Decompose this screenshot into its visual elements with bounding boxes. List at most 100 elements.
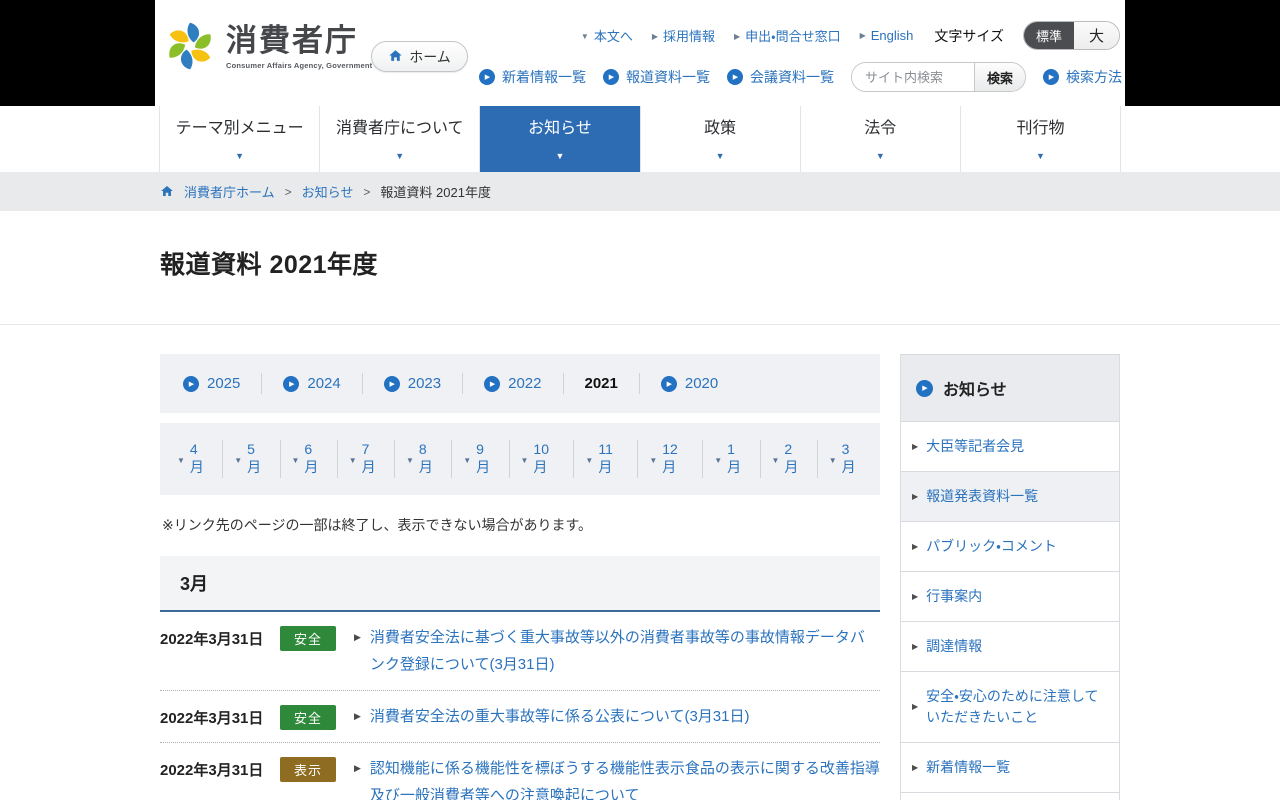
month-label: 1月 [727, 441, 742, 475]
caret-down-icon [349, 450, 362, 468]
sidebar-item-new-info-list[interactable]: ▶ 新着情報一覧 [901, 742, 1119, 792]
breadcrumb-home-icon [161, 185, 173, 196]
month-link-jan[interactable]: 1月 [703, 440, 761, 478]
circle-arrow-icon [283, 375, 300, 392]
sidebar-item-procurement[interactable]: ▶ 調達情報 [901, 621, 1119, 671]
home-button[interactable]: ホーム [371, 41, 468, 72]
nav-tab-label: テーマ別メニュー [175, 120, 304, 137]
circle-arrow-icon [383, 375, 400, 392]
font-size-standard-button[interactable]: 標準 [1023, 22, 1074, 49]
new-info-list-label: 新着情報一覧 [501, 69, 586, 85]
caret-down-icon [585, 450, 598, 468]
year-label: 2024 [307, 375, 341, 392]
news-date: 2022年3月31日 [160, 631, 264, 648]
caret-down-icon [649, 450, 662, 468]
news-title-link[interactable]: 認知機能に係る機能性を標ぼうする機能性表示食品の表示に関する改善指導及び一般消費… [370, 755, 880, 800]
year-link-2020[interactable]: 2020 [640, 373, 739, 394]
month-label: 10月 [533, 441, 549, 475]
global-nav-inner: テーマ別メニュー 消費者庁について お知らせ 政策 法令 刊行物 [159, 106, 1122, 172]
month-label: 5月 [247, 441, 262, 475]
month-label: 6月 [304, 441, 319, 475]
news-row: 2022年3月31日 安全 ▶ 消費者安全法の重大事故等に係る公表について(3月… [160, 691, 880, 743]
month-link-jun[interactable]: 6月 [281, 440, 338, 478]
nav-tab-about-agency[interactable]: 消費者庁について [319, 106, 480, 172]
month-link-sep[interactable]: 9月 [452, 440, 510, 478]
arrow-right-icon: ▶ [912, 542, 919, 551]
news-list: 2022年3月31日 安全 ▶ 消費者安全法に基づく重大事故等以外の消費者事故等… [160, 612, 880, 800]
font-size-large-button[interactable]: 大 [1073, 22, 1119, 49]
month-link-feb[interactable]: 2月 [761, 440, 818, 478]
recruit-link[interactable]: 採用情報 [652, 26, 715, 45]
sidebar-item-label: パブリック・コメント [926, 538, 1057, 554]
agency-logo[interactable]: 消費者庁 Consumer Affairs Agency, Government… [163, 18, 407, 74]
year-selector: 2025 2024 2023 2022 2021 2020 [160, 354, 880, 413]
news-title-link[interactable]: 消費者安全法に基づく重大事故等以外の消費者事故等の事故情報データバンク登録につい… [370, 624, 880, 678]
category-badge-safety: 安全 [280, 705, 336, 730]
section-heading-march: 3月 [160, 556, 880, 612]
nav-tab-label: お知らせ [528, 120, 592, 137]
site-search-input[interactable] [851, 63, 974, 91]
sidebar-item-press-release-list[interactable]: ▶ 報道発表資料一覧 [901, 471, 1119, 521]
sidebar-item-label: 大臣等記者会見 [926, 438, 1025, 454]
sidebar-item-label: 調達情報 [926, 638, 983, 654]
month-label: 8月 [418, 441, 433, 475]
sidebar-item-events[interactable]: ▶ 行事案内 [901, 571, 1119, 621]
caret-down-icon [521, 450, 534, 468]
arrow-right-icon: ▶ [912, 702, 919, 711]
site-header: 消費者庁 Consumer Affairs Agency, Government… [0, 0, 1280, 106]
search-help-link[interactable]: 検索方法 [1043, 67, 1122, 87]
nav-tab-label: 消費者庁について [335, 120, 464, 137]
month-selector: 4月 5月 6月 7月 8月 9月 10月 11月 12月 1月 2月 3月 [160, 423, 880, 495]
nav-tab-policy[interactable]: 政策 [639, 106, 800, 172]
chevron-down-icon [716, 146, 725, 164]
month-link-oct[interactable]: 10月 [510, 440, 575, 478]
font-size-toggle: 標準 大 [1022, 21, 1120, 50]
year-link-2025[interactable]: 2025 [162, 373, 263, 394]
month-link-jul[interactable]: 7月 [338, 440, 395, 478]
news-title-link[interactable]: 消費者安全法の重大事故等に係る公表について(3月31日) [370, 703, 880, 730]
month-link-apr[interactable]: 4月 [166, 440, 224, 478]
circle-arrow-icon [183, 375, 199, 392]
nav-tab-law[interactable]: 法令 [799, 106, 960, 172]
press-release-list-link[interactable]: 報道資料一覧 [602, 67, 710, 87]
circle-arrow-icon [660, 375, 677, 392]
sidebar-item-safety-caution[interactable]: ▶ 安全・安心のために注意していただきたいこと [901, 671, 1119, 742]
breadcrumb-news-link[interactable]: お知らせ [302, 182, 354, 201]
year-link-2022[interactable]: 2022 [463, 373, 564, 394]
nav-tab-theme-menu[interactable]: テーマ別メニュー [159, 106, 320, 172]
meeting-material-list-link[interactable]: 会議資料一覧 [726, 67, 834, 87]
year-link-2023[interactable]: 2023 [363, 373, 464, 394]
month-link-aug[interactable]: 8月 [395, 440, 453, 478]
circle-arrow-icon [602, 69, 619, 85]
contact-link[interactable]: 申出・問合せ窓口 [734, 26, 840, 45]
year-label: 2020 [684, 375, 719, 392]
sidebar-item-public-comment[interactable]: ▶ パブリック・コメント [901, 521, 1119, 571]
month-label: 2月 [784, 441, 799, 475]
nav-tab-publications[interactable]: 刊行物 [959, 106, 1122, 172]
month-link-mar[interactable]: 3月 [818, 440, 874, 478]
sidebar-item-disaster-info[interactable]: ▶ 災害関連情報 [901, 792, 1119, 800]
chevron-down-icon [1036, 146, 1045, 164]
chevron-down-icon [555, 146, 564, 164]
month-link-may[interactable]: 5月 [223, 440, 281, 478]
year-link-2024[interactable]: 2024 [262, 373, 363, 394]
circle-arrow-icon [726, 69, 743, 85]
english-link[interactable]: English [860, 28, 914, 43]
sidebar-item-press-conference[interactable]: ▶ 大臣等記者会見 [901, 421, 1119, 471]
chevron-down-icon [235, 146, 244, 164]
month-link-nov[interactable]: 11月 [574, 440, 639, 478]
year-label: 2022 [508, 375, 542, 392]
caret-down-icon [714, 450, 727, 468]
search-button[interactable]: 検索 [973, 63, 1025, 91]
breadcrumb-home-link[interactable]: 消費者庁ホーム [184, 182, 275, 201]
nav-tab-news-active[interactable]: お知らせ [479, 106, 640, 172]
sidebar-item-label: 行事案内 [926, 588, 983, 604]
news-date: 2022年3月31日 [160, 710, 264, 727]
new-info-list-link[interactable]: 新着情報一覧 [478, 67, 586, 87]
header-inner: 消費者庁 Consumer Affairs Agency, Government… [155, 0, 1125, 106]
site-search: 検索 [850, 62, 1026, 92]
utility-links: 本文へ 採用情報 申出・問合せ窓口 English 文字サイズ 標準 大 [581, 21, 1120, 50]
month-link-dec[interactable]: 12月 [638, 440, 704, 478]
nav-tab-label: 法令 [864, 120, 897, 137]
skip-to-content-link[interactable]: 本文へ [581, 26, 633, 45]
